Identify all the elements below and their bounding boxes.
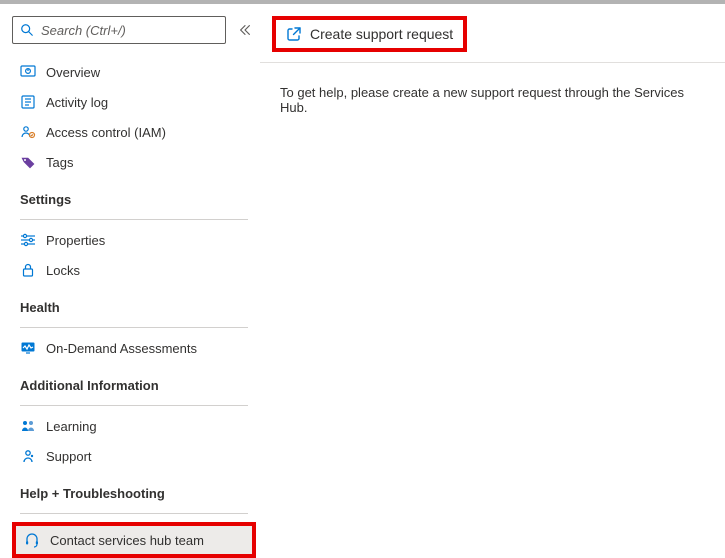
sidebar-item-properties[interactable]: Properties — [12, 226, 256, 254]
sidebar-item-label: Tags — [46, 155, 73, 170]
sidebar-item-activity-log[interactable]: Activity log — [12, 88, 256, 116]
sidebar-item-label: Contact services hub team — [50, 533, 204, 548]
divider — [20, 327, 248, 328]
sidebar-item-support[interactable]: Support — [12, 442, 256, 470]
section-header-help: Help + Troubleshooting — [12, 472, 256, 507]
sidebar-item-label: Learning — [46, 419, 97, 434]
layout: Overview Activity log Access control (IA… — [0, 4, 725, 541]
divider — [20, 513, 248, 514]
sidebar-item-label: Properties — [46, 233, 105, 248]
access-control-icon — [20, 124, 36, 140]
create-support-request-label: Create support request — [310, 26, 453, 42]
sidebar-item-label: Support — [46, 449, 92, 464]
toolbar: Create support request — [260, 12, 725, 63]
sidebar-item-learning[interactable]: Learning — [12, 412, 256, 440]
activity-log-icon — [20, 94, 36, 110]
section-header-additional: Additional Information — [12, 364, 256, 399]
properties-icon — [20, 232, 36, 248]
headset-icon — [24, 532, 40, 548]
lock-icon — [20, 262, 36, 278]
sidebar-item-label: Overview — [46, 65, 100, 80]
sidebar-item-on-demand-assessments[interactable]: On-Demand Assessments — [12, 334, 256, 362]
sidebar-item-contact-services-hub[interactable]: Contact services hub team — [12, 522, 256, 558]
search-row — [12, 16, 256, 44]
sidebar-item-label: Activity log — [46, 95, 108, 110]
open-external-icon — [286, 26, 302, 42]
search-input[interactable] — [41, 23, 219, 38]
sidebar-item-access-control[interactable]: Access control (IAM) — [12, 118, 256, 146]
sidebar-item-locks[interactable]: Locks — [12, 256, 256, 284]
help-body-text: To get help, please create a new support… — [260, 63, 725, 137]
sidebar-item-label: Access control (IAM) — [46, 125, 166, 140]
sidebar-item-label: On-Demand Assessments — [46, 341, 197, 356]
create-support-request-button[interactable]: Create support request — [272, 16, 467, 52]
chevron-double-left-icon — [238, 23, 252, 37]
section-header-health: Health — [12, 286, 256, 321]
assessments-icon — [20, 340, 36, 356]
sidebar-item-overview[interactable]: Overview — [12, 58, 256, 86]
main-content: Create support request To get help, plea… — [260, 4, 725, 541]
search-icon — [19, 22, 35, 38]
overview-icon — [20, 64, 36, 80]
sidebar: Overview Activity log Access control (IA… — [0, 4, 260, 541]
section-header-settings: Settings — [12, 178, 256, 213]
sidebar-item-tags[interactable]: Tags — [12, 148, 256, 176]
learning-icon — [20, 418, 36, 434]
divider — [20, 405, 248, 406]
divider — [20, 219, 248, 220]
search-box[interactable] — [12, 16, 226, 44]
sidebar-item-label: Locks — [46, 263, 80, 278]
support-icon — [20, 448, 36, 464]
collapse-sidebar-button[interactable] — [234, 19, 256, 41]
tags-icon — [20, 154, 36, 170]
